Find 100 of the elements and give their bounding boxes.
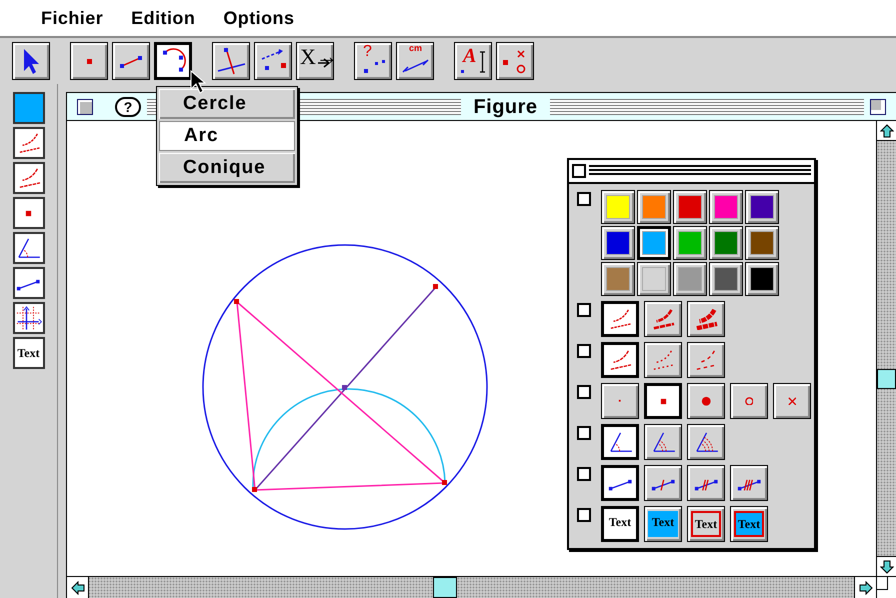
color-button[interactable] (673, 226, 707, 260)
angle-mark-button[interactable] (601, 424, 639, 460)
angle-mark-icon (652, 432, 676, 452)
tool-button[interactable] (212, 42, 250, 80)
arrow-pointer-icon (23, 48, 40, 75)
point-style-button[interactable] (730, 383, 768, 419)
segment-mark-button[interactable] (687, 465, 725, 501)
point-style-icon (788, 396, 796, 406)
curve-icon (18, 133, 41, 154)
help-button[interactable]: ? (115, 96, 141, 116)
scroll-right-icon[interactable] (854, 577, 876, 598)
checkbox[interactable] (577, 508, 591, 522)
color-button[interactable] (745, 190, 779, 224)
dots-icon (363, 59, 386, 74)
segment-tool-button[interactable] (12, 267, 44, 299)
scroll-thumb[interactable] (433, 577, 457, 598)
thickness-tool-button[interactable] (12, 127, 44, 159)
axes-grid-icon (16, 306, 42, 330)
vertical-scrollbar[interactable] (876, 121, 896, 576)
tool-button[interactable] (154, 42, 192, 80)
checkbox[interactable] (577, 467, 591, 481)
angle-mark-button[interactable] (687, 424, 725, 460)
text-style-button[interactable]: Text (687, 506, 725, 542)
line-thickness-icon (610, 309, 632, 330)
scroll-left-icon[interactable] (67, 577, 89, 598)
angle-tool-button[interactable] (12, 232, 44, 264)
angle-mark-button[interactable] (644, 424, 682, 460)
color-button[interactable] (637, 190, 671, 224)
color-button[interactable] (709, 190, 743, 224)
segment-mark-button[interactable] (601, 465, 639, 501)
point-style-button[interactable] (687, 383, 725, 419)
double-arrow-icon (402, 59, 429, 73)
tool-button[interactable] (12, 42, 50, 80)
menu-item[interactable]: Cercle (159, 89, 295, 119)
close-box-icon[interactable] (572, 164, 586, 178)
color-button[interactable] (601, 226, 635, 260)
close-box-icon[interactable] (77, 98, 93, 114)
segment-mark-button[interactable] (644, 465, 682, 501)
text-style-button[interactable]: Text (730, 506, 768, 542)
text-style-button[interactable]: Text (12, 337, 44, 369)
dashed-curve-button[interactable] (601, 342, 639, 378)
point-icon (25, 210, 32, 216)
point-tool-button[interactable] (12, 197, 44, 229)
color-button[interactable] (601, 190, 635, 224)
color-button[interactable] (637, 262, 671, 296)
menu-item[interactable]: Conique (159, 153, 295, 183)
zoom-box-icon[interactable] (870, 98, 886, 114)
tool-button[interactable] (70, 42, 108, 80)
scroll-thumb[interactable] (877, 369, 896, 389)
grid-tool-button[interactable] (12, 302, 44, 334)
dashed-arrow-icon (261, 48, 287, 71)
point-style-button[interactable] (773, 383, 811, 419)
dashed-curve-icon (18, 168, 41, 188)
dash-tool-button[interactable] (12, 162, 44, 194)
scroll-down-icon[interactable] (877, 556, 896, 576)
tool-button[interactable]: X→ (296, 42, 334, 80)
segment-mark-icon (736, 478, 762, 491)
color-button[interactable] (673, 262, 707, 296)
checkbox[interactable] (577, 426, 591, 440)
checkbox[interactable] (577, 192, 591, 206)
tool-button[interactable] (254, 42, 292, 80)
color-swatch[interactable] (12, 92, 44, 124)
line-thickness-button[interactable] (601, 301, 639, 337)
dashed-curve-icon (653, 350, 676, 370)
segment-icon (119, 55, 143, 69)
color-button[interactable] (745, 262, 779, 296)
dashed-curve-icon (610, 350, 632, 370)
checkbox[interactable] (577, 385, 591, 399)
color-button[interactable] (637, 226, 671, 260)
point-style-button[interactable] (644, 383, 682, 419)
text-style-button[interactable]: Text (601, 506, 639, 542)
color-button[interactable] (601, 262, 635, 296)
color-button[interactable] (709, 262, 743, 296)
point-icon (86, 58, 93, 65)
point-cross-circle-icon (502, 50, 526, 74)
color-button[interactable] (709, 226, 743, 260)
crossing-lines-icon (217, 47, 246, 75)
text-style-button[interactable]: Text (644, 506, 682, 542)
color-button[interactable] (673, 190, 707, 224)
checkbox[interactable] (577, 303, 591, 317)
line-thickness-icon (653, 309, 676, 330)
line-thickness-button[interactable] (687, 301, 725, 337)
segment-mark-button[interactable] (730, 465, 768, 501)
menu-item[interactable]: Edition (131, 4, 196, 32)
horizontal-scrollbar[interactable] (67, 577, 876, 598)
menu-item[interactable]: Fichier (41, 4, 104, 32)
tool-button[interactable] (496, 42, 534, 80)
point-style-icon (700, 396, 712, 406)
color-button[interactable] (745, 226, 779, 260)
line-thickness-button[interactable] (644, 301, 682, 337)
scroll-up-icon[interactable] (877, 121, 896, 141)
dashed-curve-button[interactable] (644, 342, 682, 378)
tool-button[interactable] (112, 42, 150, 80)
angle-icon (18, 238, 41, 258)
menu-item[interactable]: Options (223, 4, 294, 32)
dashed-curve-button[interactable] (687, 342, 725, 378)
point-style-icon (618, 399, 622, 403)
checkbox[interactable] (577, 344, 591, 358)
point-style-button[interactable] (601, 383, 639, 419)
menu-item[interactable]: Arc (159, 121, 295, 151)
